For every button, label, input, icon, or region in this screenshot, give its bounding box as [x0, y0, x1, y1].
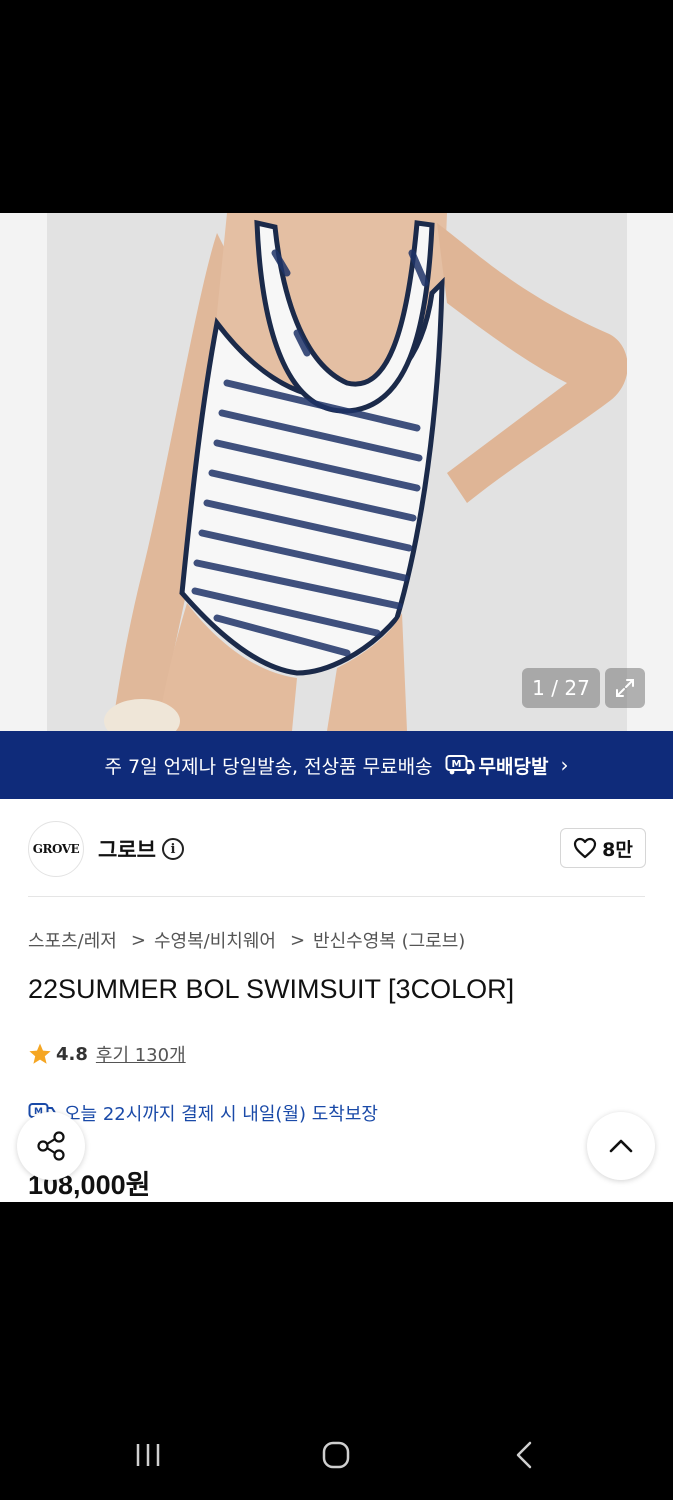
back-icon: [516, 1441, 532, 1469]
delivery-text: 오늘 22시까지 결제 시 내일(월) 도착보장: [64, 1104, 378, 1125]
rating-row[interactable]: 4.8 후기 130개: [28, 1041, 186, 1067]
chevron-right-icon: >: [289, 929, 306, 951]
product-gallery[interactable]: 1 / 27: [0, 213, 673, 731]
breadcrumb: 스포츠/레저 > 수영복/비치웨어 > 반신수영복 (그로브): [28, 927, 465, 953]
breadcrumb-item-sports[interactable]: 스포츠/레저: [28, 927, 117, 953]
chevron-right-icon: ›: [560, 753, 569, 777]
review-link[interactable]: 후기 130개: [96, 1041, 186, 1067]
product-image[interactable]: [47, 213, 627, 731]
free-delivery-badge: M 무배당발: [445, 752, 549, 779]
banner-text: 주 7일 언제나 당일발송, 전상품 무료배송: [104, 755, 433, 778]
divider: [28, 896, 645, 897]
rating-score: 4.8: [56, 1043, 88, 1065]
back-button[interactable]: [494, 1430, 554, 1480]
expand-button[interactable]: [605, 668, 645, 708]
status-area: [0, 0, 673, 213]
breadcrumb-item-onepiece[interactable]: 반신수영복 (그로브): [313, 927, 465, 953]
recent-apps-button[interactable]: [118, 1430, 178, 1480]
home-icon: [322, 1441, 350, 1469]
chevron-up-icon: [609, 1139, 633, 1153]
like-count: 8만: [602, 838, 633, 861]
scroll-top-button[interactable]: [587, 1112, 655, 1180]
info-icon[interactable]: i: [161, 838, 184, 860]
like-button[interactable]: 8만: [560, 828, 646, 868]
swimsuit-illustration: [47, 213, 627, 731]
product-title: 22SUMMER BOL SWIMSUIT [3COLOR]: [28, 974, 515, 1004]
home-button[interactable]: [306, 1430, 366, 1480]
share-button[interactable]: [17, 1112, 85, 1180]
product-info: GROVE 그로브 i 8만 스포츠/레저 > 수영복/비치웨어 > 반신수영복…: [0, 799, 673, 1202]
truck-m-icon: M: [445, 755, 475, 775]
brand-name[interactable]: 그로브: [98, 834, 156, 864]
svg-text:M: M: [451, 759, 461, 770]
shipping-banner[interactable]: 주 7일 언제나 당일발송, 전상품 무료배송 M 무배당발 ›: [0, 731, 673, 799]
image-counter: 1 / 27: [522, 668, 600, 708]
chevron-right-icon: >: [130, 929, 146, 951]
share-icon: [37, 1131, 65, 1161]
brand-logo[interactable]: GROVE: [28, 821, 84, 877]
breadcrumb-item-swimwear[interactable]: 수영복/비치웨어: [154, 927, 276, 953]
delivery-guarantee: M 오늘 22시까지 결제 시 내일(월) 도착보장: [28, 1100, 378, 1126]
system-navbar: [0, 1420, 673, 1490]
expand-icon: [616, 679, 634, 697]
brand-row[interactable]: GROVE 그로브 i: [28, 821, 184, 877]
star-icon: [29, 1043, 51, 1064]
recent-apps-icon: [136, 1444, 160, 1466]
badge-label: 무배당발: [478, 755, 549, 778]
heart-icon: [574, 837, 597, 859]
